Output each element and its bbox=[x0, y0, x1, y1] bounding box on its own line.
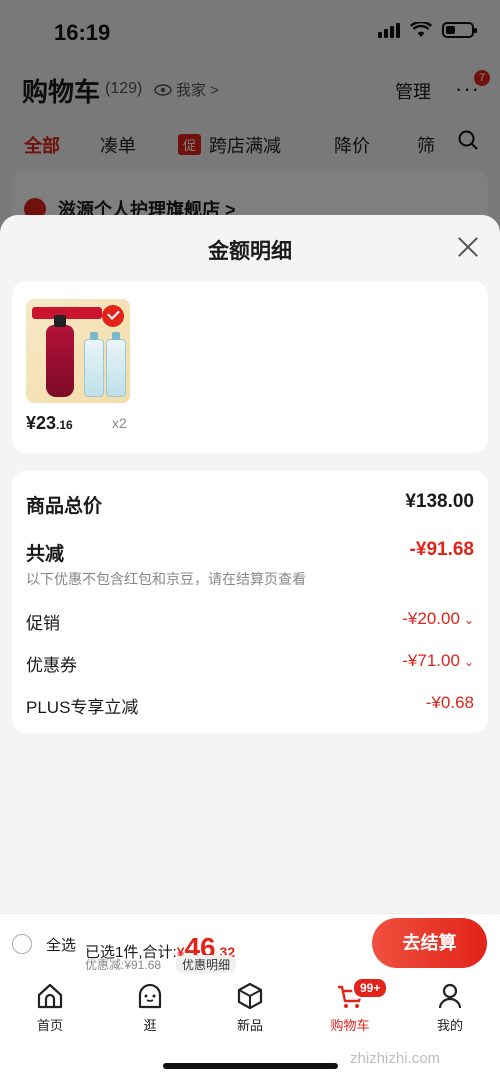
chevron-down-icon: ⌄ bbox=[463, 655, 474, 669]
promo-value: -¥20.00 ⌄ bbox=[402, 609, 474, 629]
price-summary-card: 商品总价 ¥138.00 共减 -¥91.68 以下优惠不包含红包和京豆，请在结… bbox=[12, 471, 488, 733]
tab-new[interactable]: 新品 bbox=[210, 981, 290, 1034]
tab-browse-label: 逛 bbox=[143, 1018, 157, 1033]
promo-amount: -¥20.00 bbox=[402, 609, 460, 628]
shampoo-bottle-image bbox=[46, 315, 74, 397]
close-icon[interactable] bbox=[456, 235, 480, 259]
plus-value: -¥0.68 bbox=[425, 693, 474, 712]
price-integer: ¥23 bbox=[26, 413, 57, 433]
home-indicator bbox=[163, 1063, 338, 1069]
tab-cart-label: 购物车 bbox=[330, 1018, 370, 1033]
bottle-image bbox=[84, 332, 104, 397]
product-quantity: x2 bbox=[112, 415, 127, 431]
cart-badge: 99+ bbox=[352, 977, 389, 999]
watermark: zhizhizhi.com bbox=[350, 1050, 441, 1067]
promo-label: 促销 bbox=[26, 614, 60, 633]
tab-home[interactable]: 首页 bbox=[10, 981, 90, 1034]
product-price: ¥23.16 bbox=[26, 413, 73, 434]
coupon-amount: -¥71.00 bbox=[402, 651, 460, 670]
product-image[interactable] bbox=[26, 299, 130, 403]
user-icon bbox=[438, 983, 462, 1009]
box-icon bbox=[237, 982, 263, 1010]
home-icon bbox=[37, 983, 63, 1009]
sheet-title: 金额明细 bbox=[208, 240, 292, 263]
checkout-bar: 全选 已选1件,合计:¥46.32 优惠减:¥91.68 优惠明细 去结算 bbox=[0, 913, 500, 974]
chevron-down-icon: ⌄ bbox=[463, 613, 474, 627]
bottle-image bbox=[106, 332, 126, 397]
checkout-button[interactable]: 去结算 bbox=[372, 918, 487, 968]
tab-browse[interactable]: 逛 bbox=[110, 981, 190, 1034]
reduce-value: -¥91.68 bbox=[409, 539, 474, 560]
tab-me-label: 我的 bbox=[436, 1018, 463, 1033]
discount-summary: 优惠减:¥91.68 bbox=[85, 958, 162, 972]
selected-check-icon bbox=[102, 305, 124, 327]
tab-new-label: 新品 bbox=[236, 1018, 263, 1033]
tab-home-label: 首页 bbox=[36, 1018, 63, 1033]
reduce-label: 共减 bbox=[26, 544, 65, 565]
select-all-label[interactable]: 全选 bbox=[46, 934, 76, 955]
browse-face-icon bbox=[138, 983, 162, 1009]
coupon-label: 优惠券 bbox=[26, 656, 77, 675]
select-all-radio[interactable] bbox=[12, 934, 32, 954]
discount-detail-button[interactable]: 优惠明细 bbox=[176, 955, 237, 974]
plus-label: PLUS专享立减 bbox=[26, 698, 139, 717]
total-label: 商品总价 bbox=[26, 496, 103, 517]
image-banner bbox=[32, 307, 102, 319]
total-value: ¥138.00 bbox=[405, 491, 474, 512]
product-card: ¥23.16 x2 bbox=[12, 281, 488, 453]
discount-note: 以下优惠不包含红包和京豆，请在结算页查看 bbox=[26, 571, 306, 587]
coupon-value: -¥71.00 ⌄ bbox=[402, 651, 474, 671]
tab-me[interactable]: 我的 bbox=[410, 981, 490, 1034]
price-decimal: .16 bbox=[56, 418, 73, 432]
